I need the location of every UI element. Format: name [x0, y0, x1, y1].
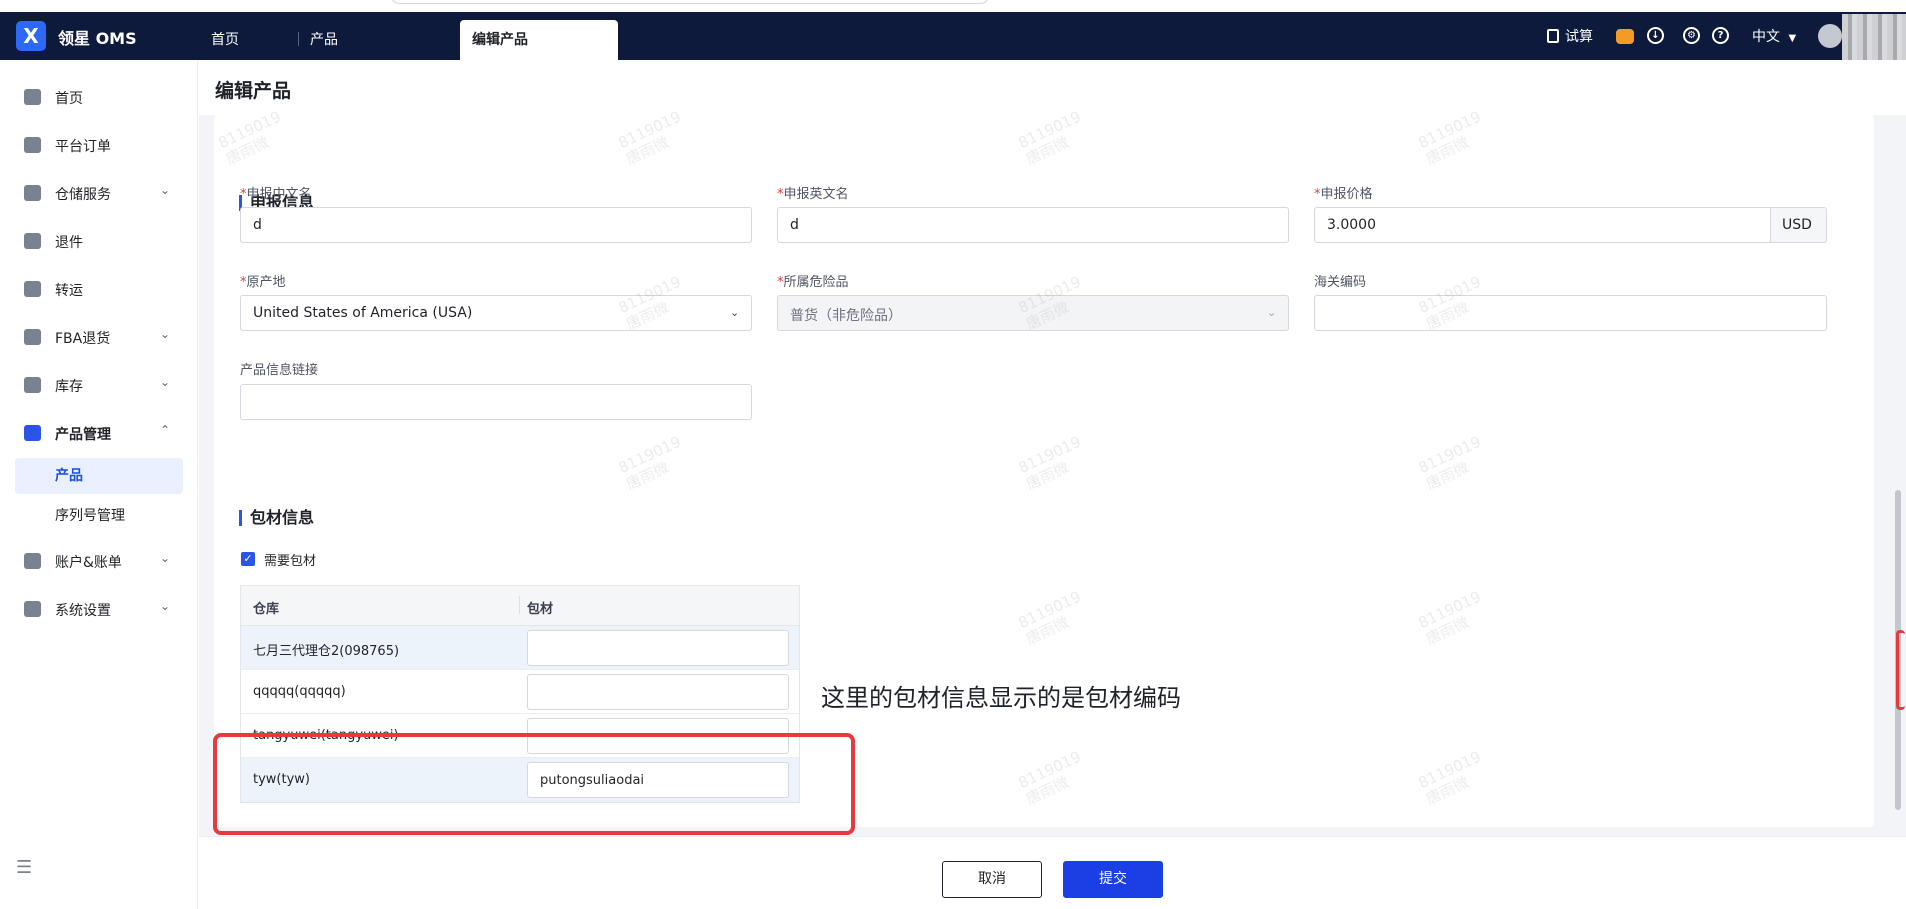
chevron-down-icon: ⌄ — [160, 183, 171, 197]
column-header-material: 包材 — [527, 602, 554, 617]
account-icon — [24, 553, 41, 569]
material-input[interactable] — [527, 674, 789, 710]
transfer-icon — [24, 281, 41, 297]
column-header-warehouse: 仓库 — [253, 602, 280, 617]
download-icon[interactable]: ↓ — [1647, 27, 1664, 44]
en-name-label: *申报英文名 — [777, 187, 849, 202]
warehouse-cell: qqqqq(qqqqq) — [253, 684, 346, 699]
sidebar-item-label: 转运 — [55, 283, 83, 299]
sidebar-item-home[interactable]: 首页 — [0, 77, 198, 117]
top-navigation-bar: X 领星 OMS 首页 产品 编辑产品 试算 ↓ ⚙ ? 中文 ▼ — [0, 0, 1906, 64]
warehouse-cell: 七月三代理仓2(098765) — [253, 644, 400, 659]
chevron-down-icon: ⌄ — [160, 599, 171, 613]
user-name-redacted[interactable] — [1842, 14, 1906, 64]
warehouse-icon — [24, 185, 41, 201]
sidebar-item-system-settings[interactable]: 系统设置 ⌄ — [0, 589, 198, 629]
calculator-label: 试算 — [1565, 29, 1593, 45]
sidebar-item-label: 账户&账单 — [55, 555, 122, 571]
collapse-menu-icon[interactable]: ☰ — [16, 857, 32, 878]
sidebar-item-warehouse-services[interactable]: 仓储服务 ⌄ — [0, 173, 198, 213]
product-icon — [24, 425, 41, 441]
column-divider — [519, 596, 520, 614]
tab-divider — [298, 32, 299, 46]
need-packaging-checkbox[interactable]: ✓ — [241, 552, 255, 566]
cn-name-input[interactable]: d — [240, 207, 752, 243]
need-packaging-label: 需要包材 — [264, 554, 317, 569]
tab-edit-product[interactable]: 编辑产品 — [460, 20, 618, 60]
hs-code-label: 海关编码 — [1314, 275, 1367, 290]
calculator-button[interactable]: 试算 — [1547, 26, 1593, 46]
sidebar-item-accounts-billing[interactable]: 账户&账单 ⌄ — [0, 541, 198, 581]
language-selector[interactable]: 中文 ▼ — [1752, 26, 1796, 46]
cn-name-label: *申报中文名 — [240, 187, 312, 202]
fba-icon — [24, 329, 41, 345]
tab-home[interactable]: 首页 — [211, 20, 239, 60]
avatar[interactable] — [1818, 24, 1842, 48]
sidebar-subitem-product[interactable]: 产品 — [15, 458, 183, 494]
currency-addon: USD — [1771, 207, 1827, 243]
chevron-down-icon: ⌄ — [160, 327, 171, 341]
app-logo-icon[interactable]: X — [16, 21, 46, 51]
info-link-input[interactable] — [240, 384, 752, 420]
sidebar-item-label: 仓储服务 — [55, 187, 111, 203]
sidebar-item-label: 退件 — [55, 235, 83, 251]
chevron-down-icon: ⌄ — [1267, 306, 1277, 319]
danger-label: *所属危险品 — [777, 275, 849, 290]
price-input[interactable]: 3.0000 — [1314, 207, 1771, 243]
address-bar[interactable] — [390, 0, 990, 4]
clipboard-icon — [24, 137, 41, 153]
sidebar: 首页 平台订单 仓储服务 ⌄ 退件 转运 FBA退货 ⌄ 库存 ⌄ 产品管理 ⌃… — [0, 60, 198, 909]
page-title: 编辑产品 — [199, 60, 1906, 115]
sidebar-item-product-management[interactable]: 产品管理 ⌃ — [0, 413, 198, 453]
packaging-table-header: 仓库 包材 — [241, 586, 799, 626]
material-input[interactable] — [527, 630, 789, 666]
chevron-down-icon: ⌄ — [160, 375, 171, 389]
annotation-text: 这里的包材信息显示的是包材编码 — [821, 684, 1181, 712]
chevron-up-icon: ⌃ — [160, 423, 171, 437]
origin-label: *原产地 — [240, 275, 286, 290]
sidebar-item-platform-orders[interactable]: 平台订单 — [0, 125, 198, 165]
sidebar-item-fba-returns[interactable]: FBA退货 ⌄ — [0, 317, 198, 357]
sidebar-item-inventory[interactable]: 库存 ⌄ — [0, 365, 198, 405]
scrollbar-highlight — [1896, 630, 1905, 710]
sidebar-item-transfer[interactable]: 转运 — [0, 269, 198, 309]
submit-button[interactable]: 提交 — [1063, 861, 1163, 898]
section-title-packaging: 包材信息 — [239, 510, 314, 526]
browser-address-strip — [0, 0, 1906, 12]
language-label: 中文 — [1752, 29, 1780, 45]
sidebar-subitem-serial-numbers[interactable]: 序列号管理 — [15, 498, 183, 534]
sidebar-item-label: FBA退货 — [55, 331, 111, 347]
sidebar-item-label: 库存 — [55, 379, 83, 395]
table-row: 七月三代理仓2(098765) — [241, 626, 799, 670]
sidebar-item-label: 平台订单 — [55, 139, 111, 155]
return-icon — [24, 233, 41, 249]
chevron-down-icon: ⌄ — [730, 306, 740, 319]
table-row: qqqqq(qqqqq) — [241, 670, 799, 714]
annotation-highlight-box — [213, 733, 855, 835]
settings-icon — [24, 601, 41, 617]
robot-icon[interactable] — [1616, 29, 1634, 44]
caret-down-icon: ▼ — [1788, 33, 1797, 44]
sidebar-item-label: 系统设置 — [55, 603, 111, 619]
brand-name: 领星 OMS — [58, 29, 137, 48]
help-icon[interactable]: ? — [1712, 27, 1729, 44]
info-link-label: 产品信息链接 — [240, 363, 319, 378]
form-footer: 取消 提交 — [199, 836, 1906, 909]
origin-select[interactable]: United States of America (USA) — [240, 295, 752, 331]
danger-select: 普货（非危险品） — [777, 295, 1289, 331]
en-name-input[interactable]: d — [777, 207, 1289, 243]
sidebar-item-label: 首页 — [55, 91, 83, 107]
tab-product[interactable]: 产品 — [310, 20, 338, 60]
home-icon — [24, 89, 41, 105]
cancel-button[interactable]: 取消 — [942, 861, 1042, 898]
hs-code-input[interactable] — [1314, 295, 1827, 331]
settings-icon[interactable]: ⚙ — [1683, 27, 1700, 44]
sidebar-item-returns[interactable]: 退件 — [0, 221, 198, 261]
calculator-icon — [1547, 29, 1559, 43]
price-label: *申报价格 — [1314, 187, 1373, 202]
inventory-icon — [24, 377, 41, 393]
sidebar-item-label: 产品管理 — [55, 427, 111, 443]
chevron-down-icon: ⌄ — [160, 551, 171, 565]
